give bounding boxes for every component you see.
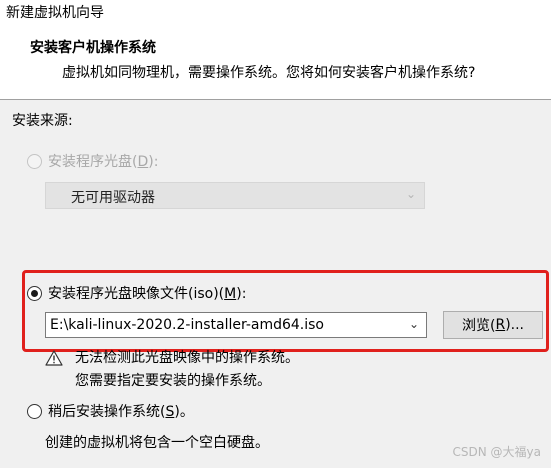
iso-path-value: E:\kali-linux-2020.2-installer-amd64.iso (50, 317, 324, 333)
install-disc-label: 安装程序光盘(D): (48, 154, 159, 170)
iso-path-combobox[interactable]: E:\kali-linux-2020.2-installer-amd64.iso… (45, 312, 427, 338)
drive-select[interactable]: 无可用驱动器 ⌄ (45, 182, 425, 209)
radio-button[interactable] (27, 285, 42, 301)
wizard-header: 安装客户机操作系统 虚拟机如同物理机，需要操作系统。您将如何安装客户机操作系统? (0, 24, 551, 100)
install-later-label: 稍后安装操作系统(S)。 (48, 404, 194, 420)
radio-install-disc[interactable]: 安装程序光盘(D): (27, 151, 158, 171)
page-subtitle: 虚拟机如同物理机，需要操作系统。您将如何安装客户机操作系统? (62, 65, 476, 81)
radio-install-iso[interactable]: 安装程序光盘映像文件(iso)(M): (27, 283, 246, 303)
install-iso-label: 安装程序光盘映像文件(iso)(M): (48, 286, 247, 302)
radio-install-later[interactable]: 稍后安装操作系统(S)。 (27, 401, 194, 421)
radio-button[interactable] (27, 403, 42, 419)
warning-triangle-icon (45, 350, 63, 366)
warning-text-line1: 无法检测此光盘映像中的操作系统。 (75, 350, 299, 366)
warning-text-line2: 您需要指定要安装的操作系统。 (75, 373, 271, 389)
install-later-description: 创建的虚拟机将包含一个空白硬盘。 (45, 435, 269, 451)
chevron-down-icon: ⌄ (405, 187, 416, 201)
page-title: 安装客户机操作系统 (30, 40, 156, 56)
install-source-label: 安装来源: (12, 113, 73, 129)
window-title: 新建虚拟机向导 (6, 5, 104, 21)
title-bar: 新建虚拟机向导 (0, 0, 551, 24)
browse-button[interactable]: 浏览(R)... (443, 311, 543, 339)
chevron-down-icon[interactable]: ⌄ (409, 317, 419, 331)
drive-select-value: 无可用驱动器 (71, 190, 155, 206)
watermark: CSDN @大福ya (452, 445, 541, 459)
radio-button[interactable] (27, 153, 42, 169)
